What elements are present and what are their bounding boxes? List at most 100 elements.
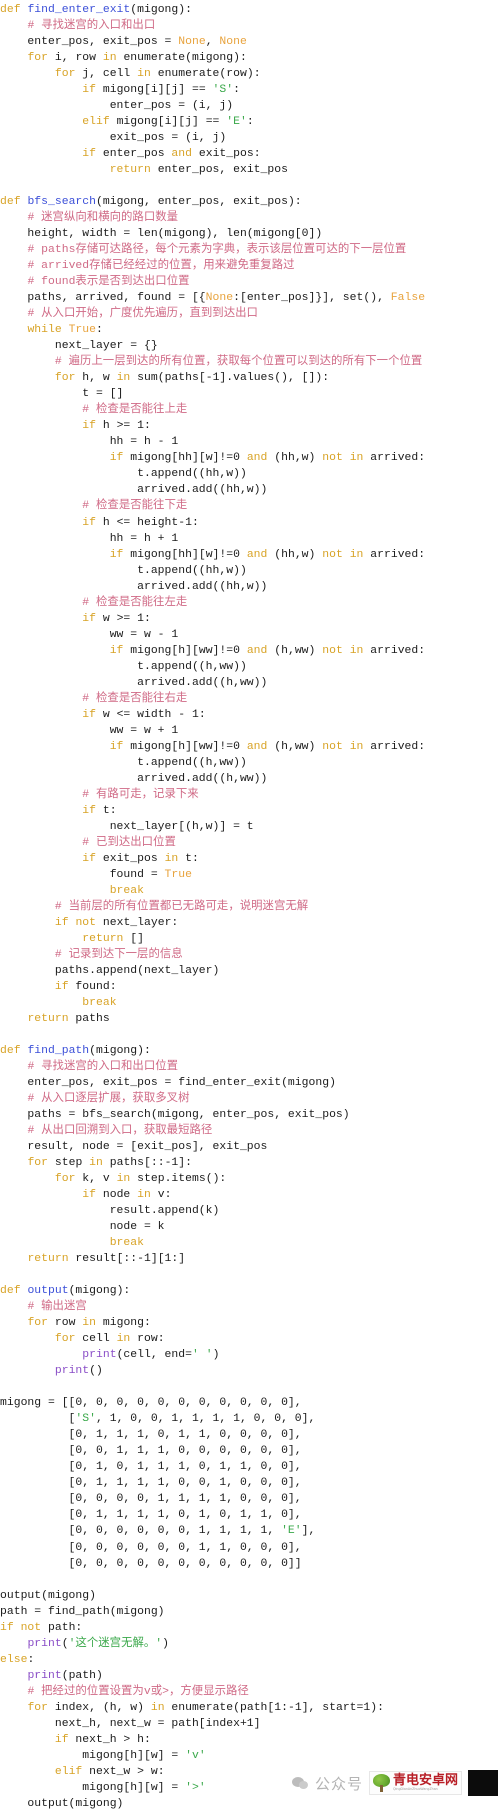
code-line: arrived.add((hh,w)) xyxy=(0,484,268,497)
code-line: return enter_pos, exit_pos xyxy=(109,164,288,177)
code-line: # 从出口回溯到入口，获取最短路径 xyxy=(27,1125,213,1138)
code-line: print(path) xyxy=(27,1669,103,1682)
code-line: if migong[hh][w]!=0 and (hh,w) not in ar… xyxy=(109,452,426,465)
code-line: if next_h > h: xyxy=(54,1733,151,1746)
code-line: [0, 0, 0, 0, 0, 0, 1, 1, 1, 1, 'E'], xyxy=(0,1525,316,1538)
watermark-label: 公众号 xyxy=(314,1774,363,1793)
code-line: if exit_pos in t: xyxy=(82,852,199,865)
code-line: migong = [[0, 0, 0, 0, 0, 0, 0, 0, 0, 0,… xyxy=(0,1397,302,1410)
code-line: # 有路可走，记录下来 xyxy=(82,788,199,801)
code-line: enter_pos = (i, j) xyxy=(0,100,234,113)
code-line: if found: xyxy=(54,980,117,993)
code-line: for i, row in enumerate(migong): xyxy=(27,52,247,65)
watermark-logo: 青电安卓网 QingDianAnZhuoWangZhan xyxy=(368,1771,462,1795)
code-line: next_h, next_w = path[index+1] xyxy=(0,1717,261,1730)
code-line: if w >= 1: xyxy=(82,612,151,625)
code-line: node = k xyxy=(0,1221,165,1234)
code-line: output(migong) xyxy=(0,1797,124,1810)
code-line: enter_pos, exit_pos = None, None xyxy=(0,36,247,49)
code-line: result, node = [exit_pos], exit_pos xyxy=(0,1141,268,1154)
code-line: # 当前层的所有位置都已无路可走，说明迷宫无解 xyxy=(54,900,309,913)
code-line: t.append((hh,w)) xyxy=(0,468,247,481)
code-line: next_layer = {} xyxy=(0,340,158,353)
code-line: # 把经过的位置设置为v或>，方便显示路径 xyxy=(27,1685,249,1698)
code-line: if h >= 1: xyxy=(82,420,151,433)
code-line: for cell in row: xyxy=(54,1333,165,1346)
code-line: paths.append(next_layer) xyxy=(0,964,220,977)
code-line: for index, (h, w) in enumerate(path[1:-1… xyxy=(27,1701,384,1714)
code-line: else: xyxy=(0,1653,35,1666)
code-line: hh = h + 1 xyxy=(0,532,179,545)
code-line: def bfs_search(migong, enter_pos, exit_p… xyxy=(0,196,302,209)
code-line: ww = w - 1 xyxy=(0,628,179,641)
code-line: print('这个迷宫无解。') xyxy=(27,1637,170,1650)
code-line: # 检查是否能往左走 xyxy=(82,596,188,609)
code-line: ['S', 1, 0, 0, 1, 1, 1, 1, 0, 0, 0], xyxy=(0,1413,316,1426)
code-line: paths, arrived, found = [{None:[enter_po… xyxy=(0,292,426,305)
code-line: if not next_layer: xyxy=(54,916,179,929)
code-line: path = find_path(migong) xyxy=(0,1605,165,1618)
code-line: if enter_pos and exit_pos: xyxy=(82,148,261,161)
code-line: def output(migong): xyxy=(0,1285,131,1298)
watermark-logo-subtitle: QingDianAnZhuoWangZhan xyxy=(392,1787,438,1791)
code-line: # paths存储可达路径，每个元素为字典，表示该层位置可达的下一层位置 xyxy=(27,244,407,257)
code-line: if w <= width - 1: xyxy=(82,708,206,721)
watermark-logo-text: 青电安卓网 QingDianAnZhuoWangZhan xyxy=(393,1774,458,1792)
tree-icon xyxy=(372,1773,391,1793)
code-line: # 检查是否能往右走 xyxy=(82,692,188,705)
python-code-listing: def find_enter_exit(migong): # 寻找迷宫的入口和出… xyxy=(0,2,500,1812)
code-line: while True: xyxy=(27,324,103,337)
code-line: elif migong[i][j] == 'E': xyxy=(82,116,254,129)
code-line: t.append((h,ww)) xyxy=(0,756,247,769)
code-line: ww = w + 1 xyxy=(0,724,179,737)
code-line: [0, 0, 0, 0, 1, 1, 1, 1, 0, 0, 0], xyxy=(0,1493,302,1506)
code-line: if node in v: xyxy=(82,1189,172,1202)
code-line: # 已到达出口位置 xyxy=(82,836,176,849)
code-line: def find_enter_exit(migong): xyxy=(0,4,192,16)
code-line: [0, 0, 0, 0, 0, 0, 0, 0, 0, 0, 0]] xyxy=(0,1557,302,1570)
code-line: [0, 1, 1, 1, 1, 0, 1, 0, 1, 1, 0], xyxy=(0,1509,302,1522)
code-line: if migong[hh][w]!=0 and (hh,w) not in ar… xyxy=(109,548,426,561)
code-line: return [] xyxy=(82,932,144,945)
code-line: if migong[h][ww]!=0 and (h,ww) not in ar… xyxy=(109,740,426,753)
code-line: paths = bfs_search(migong, enter_pos, ex… xyxy=(0,1109,350,1122)
code-line: migong[h][w] = 'v' xyxy=(0,1749,206,1762)
code-line: return paths xyxy=(27,1012,110,1025)
code-line: # 寻找迷宫的入口和出口位置 xyxy=(27,1061,179,1074)
code-line: hh = h - 1 xyxy=(0,436,179,449)
code-line: # 从入口开始，广度优先遍历，直到到达出口 xyxy=(27,308,258,321)
code-line: [0, 1, 1, 1, 1, 0, 0, 1, 0, 0, 0], xyxy=(0,1477,302,1490)
code-line: exit_pos = (i, j) xyxy=(0,132,227,145)
code-line: # 检查是否能往上走 xyxy=(82,404,188,417)
code-line: for h, w in sum(paths[-1].values(), []): xyxy=(54,372,330,385)
code-line: break xyxy=(109,1237,144,1250)
code-line: break xyxy=(109,884,144,897)
code-line: t.append((hh,w)) xyxy=(0,564,247,577)
code-line: break xyxy=(82,996,117,1009)
code-line: [0, 1, 0, 1, 1, 1, 0, 1, 1, 0, 0], xyxy=(0,1461,302,1474)
watermark-redaction-block xyxy=(468,1770,498,1796)
code-line: print() xyxy=(54,1365,103,1378)
code-line: enter_pos, exit_pos = find_enter_exit(mi… xyxy=(0,1077,336,1090)
code-line: print(cell, end=' ') xyxy=(82,1349,220,1362)
code-line: for row in migong: xyxy=(27,1317,151,1330)
code-line: if not path: xyxy=(0,1621,83,1634)
code-line: for k, v in step.items(): xyxy=(54,1173,227,1186)
code-line: next_layer[(h,w)] = t xyxy=(0,820,254,833)
code-line: arrived.add((hh,w)) xyxy=(0,580,268,593)
wechat-icon xyxy=(291,1776,309,1790)
code-line: [0, 0, 0, 0, 0, 0, 1, 1, 0, 0, 0], xyxy=(0,1541,302,1554)
code-line: # 从入口逐层扩展，获取多叉树 xyxy=(27,1093,190,1106)
code-line: def find_path(migong): xyxy=(0,1045,151,1058)
code-line: [0, 0, 1, 1, 1, 0, 0, 0, 0, 0, 0], xyxy=(0,1445,302,1458)
code-line: if migong[i][j] == 'S': xyxy=(82,84,240,97)
code-line: if migong[h][ww]!=0 and (h,ww) not in ar… xyxy=(109,644,426,657)
code-line: # 输出迷宫 xyxy=(27,1301,87,1314)
code-line: for j, cell in enumerate(row): xyxy=(54,68,261,81)
code-line: [0, 1, 1, 1, 0, 1, 1, 0, 0, 0, 0], xyxy=(0,1429,302,1442)
code-line: arrived.add((h,ww)) xyxy=(0,772,268,785)
